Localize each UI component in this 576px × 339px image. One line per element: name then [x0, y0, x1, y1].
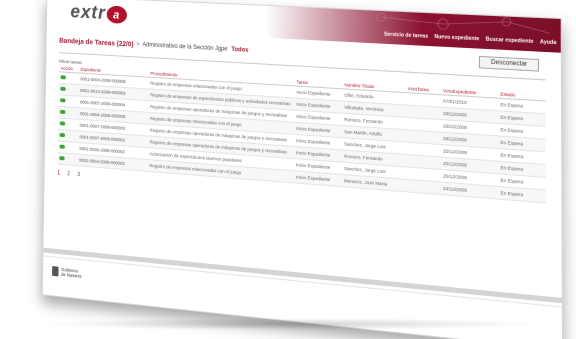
nav-ayuda[interactable]: Ayuda — [540, 39, 556, 46]
nav-nuevo-expediente[interactable]: Nuevo expediente — [434, 34, 479, 42]
gov-text: Gobierno de Navarra — [61, 267, 81, 279]
task-list: Filtrar tareas Acción Expediente Procedi… — [45, 52, 562, 217]
status-dot-icon[interactable] — [59, 144, 65, 149]
breadcrumb-separator: > — [136, 41, 140, 48]
nav-buscar-expediente[interactable]: Buscar expediente — [486, 36, 534, 45]
disconnect-button[interactable]: Desconectar — [479, 55, 540, 72]
navarra-shield-icon — [52, 266, 59, 277]
extra-logo: extr a — [70, 2, 127, 26]
vcto-tarea-cell — [405, 179, 441, 195]
action-cell — [57, 152, 78, 166]
status-dot-icon[interactable] — [59, 156, 65, 161]
page-link-2[interactable]: 2 — [67, 171, 70, 177]
breadcrumb-filter-all[interactable]: Todos — [231, 47, 248, 54]
window-reflection — [40, 318, 540, 330]
footer-divider — [43, 255, 562, 308]
status-dot-icon[interactable] — [59, 121, 66, 126]
gov-line-2: de Navarra — [61, 271, 82, 279]
page-link-1[interactable]: 1 — [57, 170, 60, 176]
breadcrumb-inbox[interactable]: Bandeja de Tareas (22/0) — [59, 37, 133, 48]
status-dot-icon[interactable] — [59, 109, 66, 115]
tarea-cell: Inicio Expediente — [293, 170, 343, 187]
gobierno-navarra-logo: Gobierno de Navarra — [52, 266, 81, 279]
status-dot-icon[interactable] — [59, 132, 66, 138]
status-dot-icon[interactable] — [60, 98, 66, 103]
status-dot-icon[interactable] — [60, 75, 66, 80]
app-window: extr a Servicio de tareas Nuevo expedient… — [41, 0, 564, 339]
status-dot-icon[interactable] — [60, 86, 66, 91]
footer-bar — [43, 247, 562, 304]
screenshot-stage: extr a Servicio de tareas Nuevo expedient… — [0, 0, 576, 339]
logo-mark: a — [106, 5, 127, 24]
breadcrumb-department: Administrativo de la Sección Jgpe — [142, 42, 228, 53]
estado-cell: En Espera — [498, 186, 547, 203]
page-link-3[interactable]: 3 — [77, 172, 80, 178]
logo-text: extr — [70, 1, 106, 24]
nav-servicio-tareas[interactable]: Servicio de tareas — [384, 32, 428, 40]
